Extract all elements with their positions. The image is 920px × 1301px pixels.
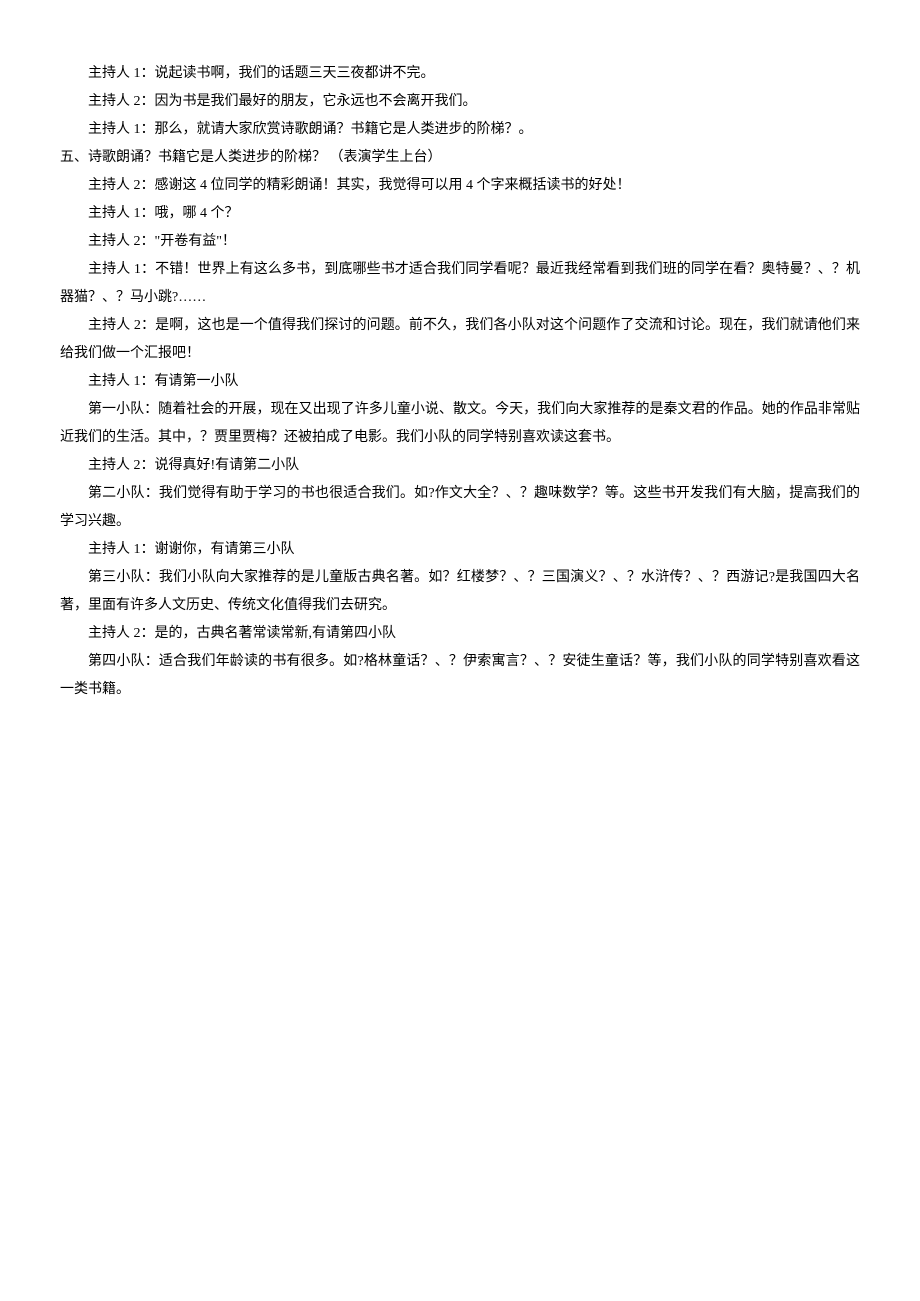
team-three-report: 第三小队：我们小队向大家推荐的是儿童版古典名著。如？红楼梦？、？三国演义？、？水… — [60, 564, 860, 620]
dialogue-line-host1-e: 主持人 1：有请第一小队 — [60, 368, 860, 396]
team-two-report: 第二小队：我们觉得有助于学习的书也很适合我们。如?作文大全？、？趣味数学？等。这… — [60, 480, 860, 536]
dialogue-line-host1-d: 主持人 1：不错！世界上有这么多书，到底哪些书才适合我们同学看呢？最近我经常看到… — [60, 256, 860, 312]
dialogue-line-host2-c: 主持人 2："开卷有益"！ — [60, 228, 860, 256]
dialogue-line-host2-b: 主持人 2：感谢这 4 位同学的精彩朗诵！其实，我觉得可以用 4 个字来概括读书… — [60, 172, 860, 200]
dialogue-line-host2-e: 主持人 2：说得真好!有请第二小队 — [60, 452, 860, 480]
dialogue-line-host2-a: 主持人 2：因为书是我们最好的朋友，它永远也不会离开我们。 — [60, 88, 860, 116]
dialogue-line-host2-d: 主持人 2：是啊，这也是一个值得我们探讨的问题。前不久，我们各小队对这个问题作了… — [60, 312, 860, 368]
dialogue-line-host2-f: 主持人 2：是的，古典名著常读常新,有请第四小队 — [60, 620, 860, 648]
section-heading-five: 五、诗歌朗诵？书籍它是人类进步的阶梯？ （表演学生上台） — [60, 144, 860, 172]
dialogue-line-host1-f: 主持人 1：谢谢你，有请第三小队 — [60, 536, 860, 564]
dialogue-line-host1-b: 主持人 1：那么，就请大家欣赏诗歌朗诵？书籍它是人类进步的阶梯？。 — [60, 116, 860, 144]
team-one-report: 第一小队：随着社会的开展，现在又出现了许多儿童小说、散文。今天，我们向大家推荐的… — [60, 396, 860, 452]
dialogue-line-host1-a: 主持人 1：说起读书啊，我们的话题三天三夜都讲不完。 — [60, 60, 860, 88]
team-four-report: 第四小队：适合我们年龄读的书有很多。如?格林童话？、？伊索寓言？、？安徒生童话？… — [60, 648, 860, 704]
dialogue-line-host1-c: 主持人 1：哦，哪 4 个？ — [60, 200, 860, 228]
